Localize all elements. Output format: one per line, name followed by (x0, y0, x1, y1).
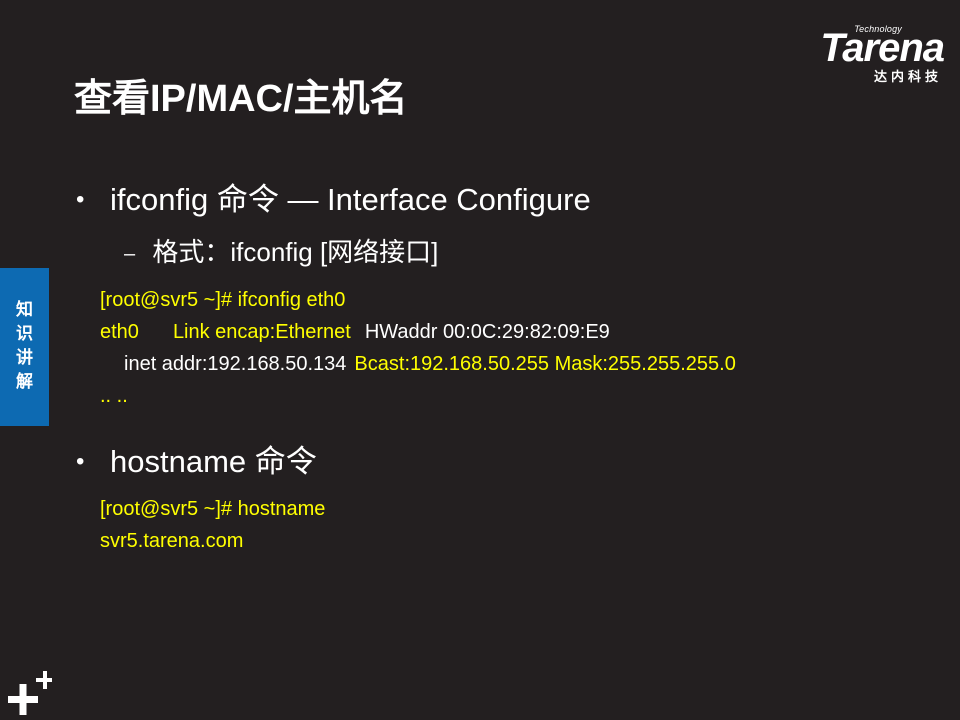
code-inet-addr: inet addr:192.168.50.134 (124, 353, 347, 375)
knowledge-tab: 知识讲解 (0, 268, 49, 426)
bullet-dot-icon: • (76, 186, 85, 213)
logo-subtitle-text: 达内科技 (873, 69, 942, 84)
code-ellipsis: .. .. (100, 385, 128, 407)
dash-icon: – (124, 243, 136, 266)
code-line-eth0: eth0 Link encap:Ethernet HWaddr 00:0C:29:8… (100, 316, 736, 348)
knowledge-tab-label: 知识讲解 (0, 298, 49, 394)
code-line-command: [root@svr5 ~]# ifconfig eth0 (100, 289, 346, 311)
code-link-encap: Link encap:Ethernet (172, 321, 351, 343)
bullet-hostname: hostname 命令 (110, 444, 317, 479)
code-block-ifconfig: [root@svr5 ~]# ifconfig eth0 eth0 Link en… (100, 284, 736, 412)
sub-bullet-format: – 格式：ifconfig [网络接口] (124, 234, 438, 272)
code-line-hostname-cmd: [root@svr5 ~]# hostname (100, 498, 326, 520)
code-bcast-mask: Bcast:192.168.50.255 Mask:255.255.255.0 (354, 353, 736, 375)
bullet-ifconfig: ifconfig 命令 — Interface Configure (110, 182, 591, 217)
format-text: 格式：ifconfig [网络接口] (152, 237, 439, 267)
plus-plus-icon (8, 671, 52, 715)
bullet-dot-icon: • (76, 448, 85, 475)
code-eth0: eth0 (100, 321, 139, 343)
knowledge-tab-text: 知识讲解 (16, 300, 33, 391)
code-hwaddr: HWaddr 00:0C:29:82:09:E9 (364, 321, 610, 343)
logo-brand-text: Tarena (820, 26, 945, 70)
tarena-logo: Technology Tarena 达内科技 (774, 22, 945, 84)
slide-title: 查看IP/MAC/主机名 (74, 78, 408, 120)
code-block-hostname: [root@svr5 ~]# hostname svr5.tarena.com (100, 493, 325, 557)
code-line-inet: inet addr:192.168.50.134 Bcast:192.168.50… (100, 348, 736, 380)
code-line-hostname-output: svr5.tarena.com (100, 530, 244, 552)
